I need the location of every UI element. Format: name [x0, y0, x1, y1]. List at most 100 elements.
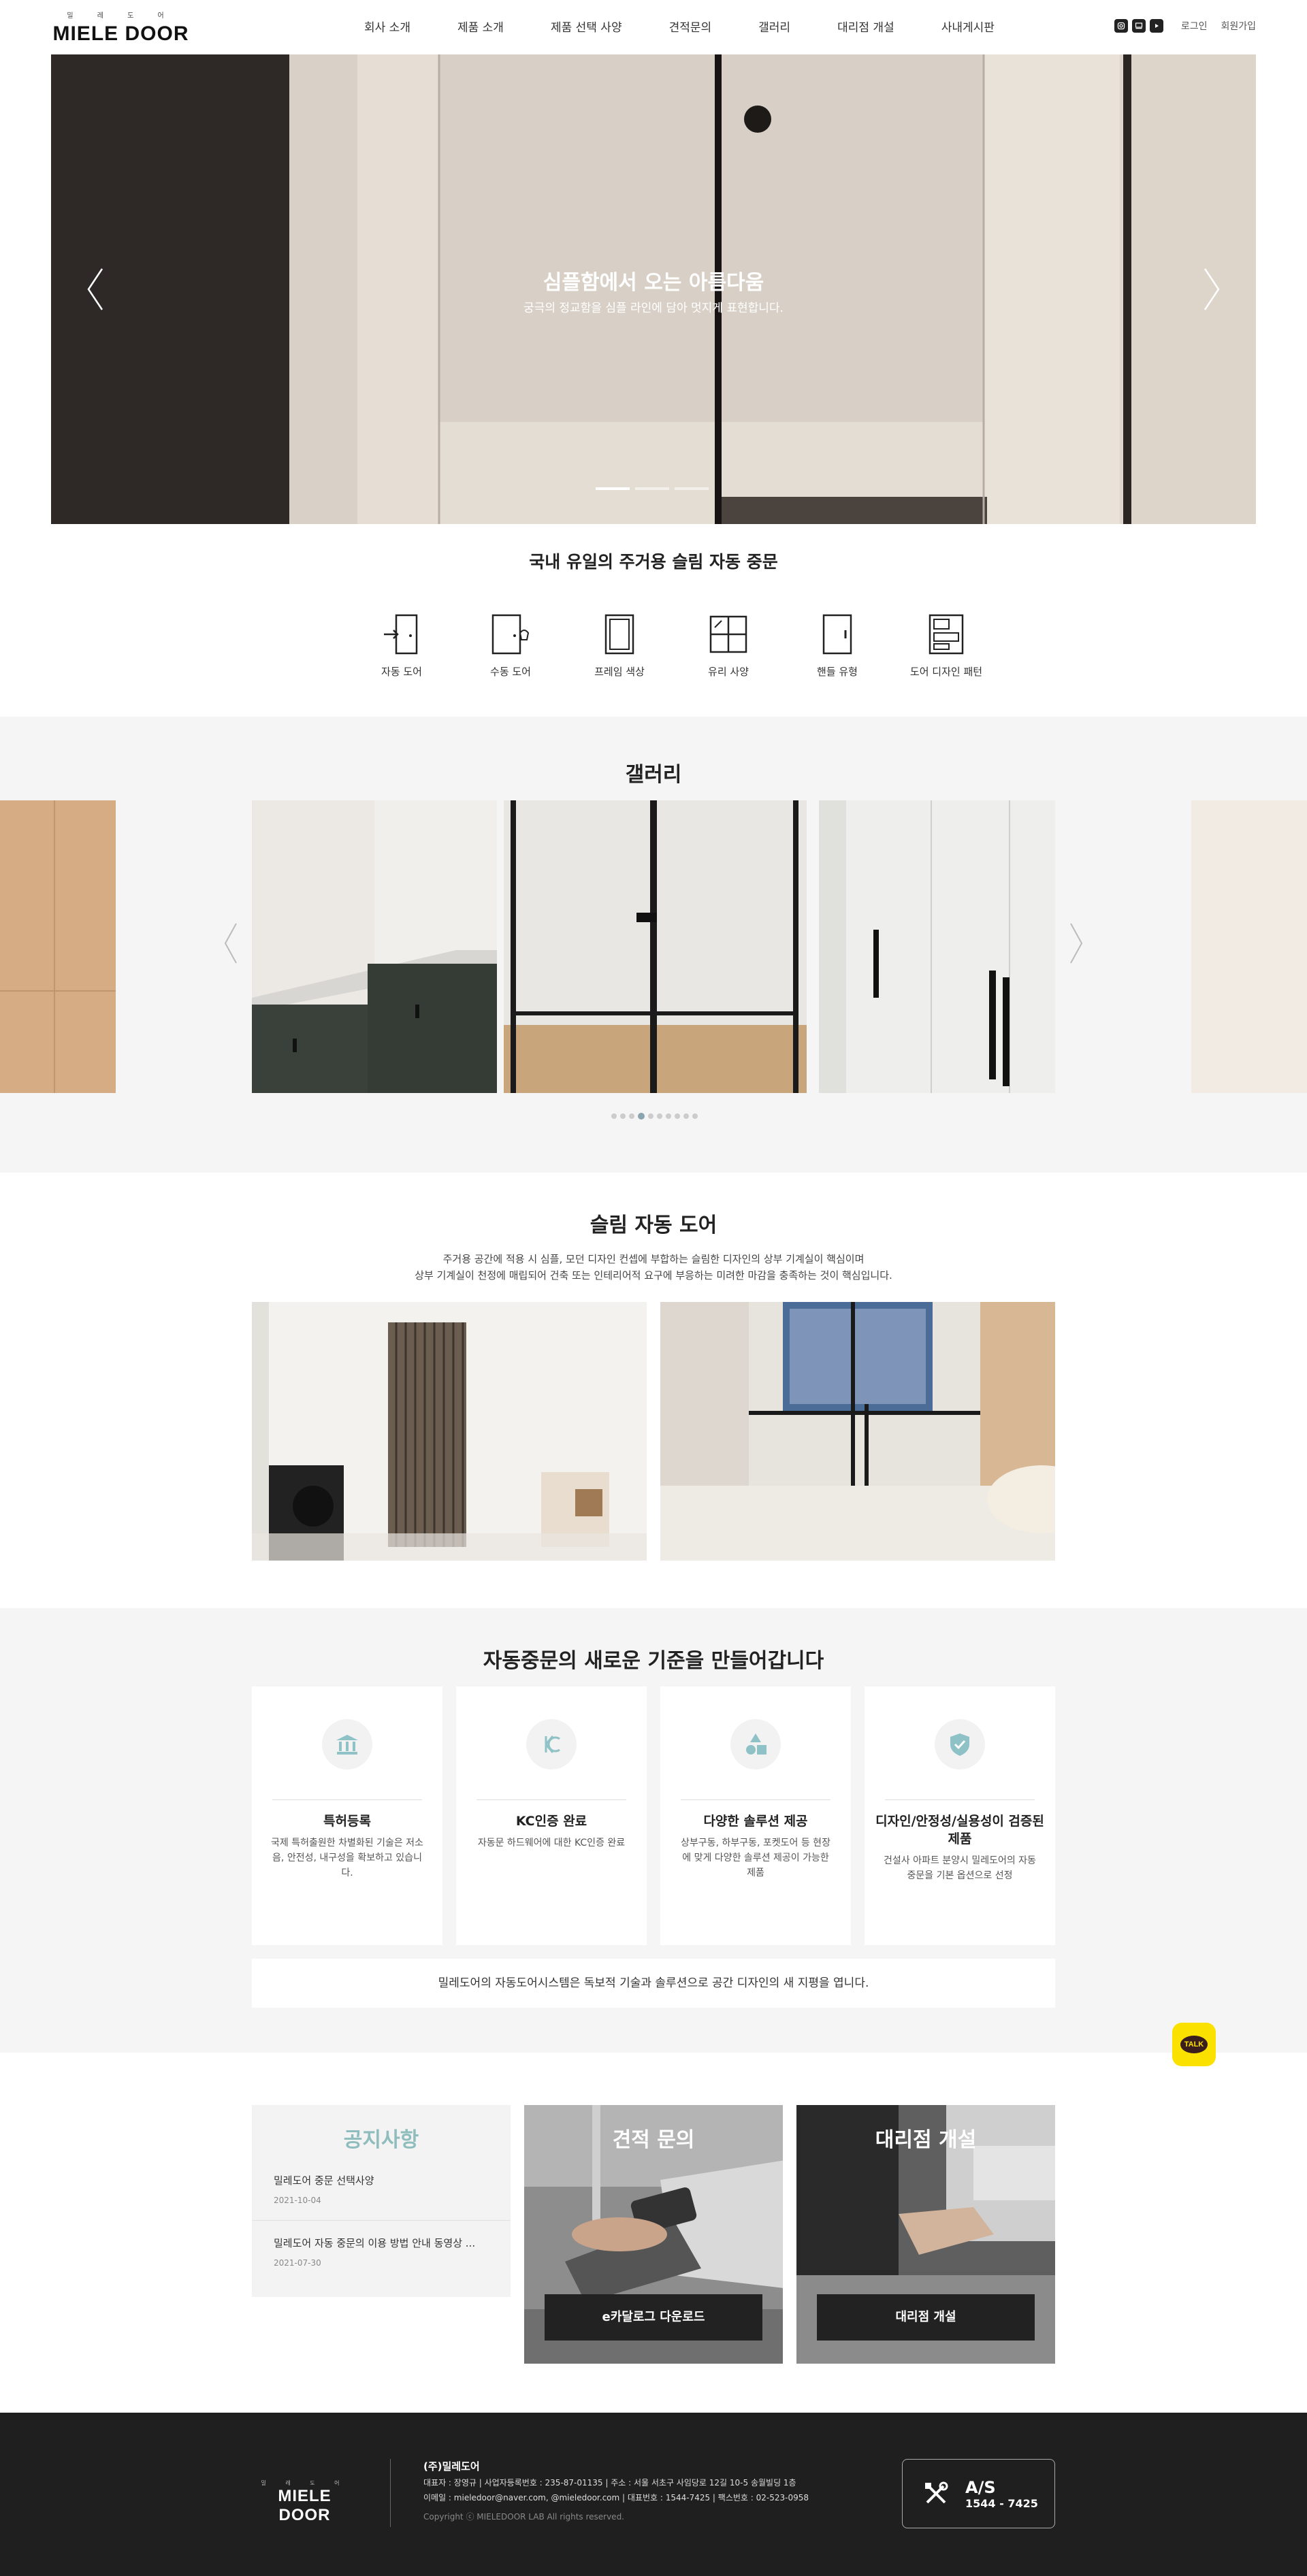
- ecatalog-download-button[interactable]: e카달로그 다운로드: [545, 2294, 762, 2341]
- login-link[interactable]: 로그인: [1181, 19, 1208, 33]
- gallery-dot[interactable]: [638, 1113, 645, 1120]
- gallery-pagination: [611, 1113, 701, 1120]
- card-title: 다양한 솔루션 제공: [703, 1814, 808, 1829]
- gallery-dot[interactable]: [675, 1113, 680, 1119]
- site-header: 밀 레 도 어 MIELE DOOR 회사 소개 제품 소개 제품 선택 사양 …: [0, 0, 1307, 54]
- card-divider: [272, 1799, 422, 1800]
- as-label: A/S: [965, 2477, 996, 2497]
- nav-gallery[interactable]: 갤러리: [758, 18, 790, 35]
- gallery-dot[interactable]: [666, 1113, 671, 1119]
- categories-title: 국내 유일의 주거용 슬림 자동 중문: [529, 552, 778, 572]
- hero-dot[interactable]: [675, 487, 709, 490]
- category-manual-door[interactable]: 수동 도어: [456, 613, 565, 679]
- handle-type-icon: [822, 614, 852, 655]
- category-auto-door[interactable]: 자동 도어: [347, 613, 456, 679]
- category-label: 유리 사양: [708, 666, 749, 678]
- notice-item-date: 2021-07-30: [274, 2258, 321, 2268]
- card-divider: [681, 1799, 830, 1800]
- gallery-image-1[interactable]: [252, 800, 497, 1093]
- as-contact-box[interactable]: A/S 1544 - 7425: [902, 2459, 1055, 2528]
- gallery-dot[interactable]: [629, 1113, 634, 1119]
- nav-products[interactable]: 제품 소개: [457, 18, 504, 35]
- notice-board: 공지사항 밀레도어 중문 선택사양 2021-10-04 밀레도어 자동 중문의…: [252, 2105, 511, 2297]
- logo-subtitle: 밀 레 도 어: [67, 12, 175, 20]
- footer-info-line1: 대표자 : 장영규 | 사업자등록번호 : 235-87-01135 | 주소 …: [423, 2478, 796, 2488]
- nav-board[interactable]: 사내게시판: [941, 18, 995, 35]
- nav-company[interactable]: 회사 소개: [364, 18, 410, 35]
- estimate-title: 견적 문의: [612, 2128, 695, 2152]
- category-frame-color[interactable]: 프레임 색상: [565, 613, 674, 679]
- youtube-icon[interactable]: [1149, 19, 1163, 33]
- kc-icon: [545, 1735, 560, 1753]
- gallery-next-arrow-icon[interactable]: [1065, 921, 1086, 966]
- gallery-image-3[interactable]: [819, 800, 1055, 1093]
- category-door-pattern[interactable]: 도어 디자인 패턴: [892, 613, 1001, 679]
- card-text: 상부구동, 하부구동, 포켓도어 등 현장에 맞게 다양한 솔루션 제공이 가능…: [681, 1838, 830, 1878]
- agency-open-button[interactable]: 대리점 개설: [817, 2294, 1035, 2341]
- instagram-icon[interactable]: [1114, 19, 1128, 33]
- talk-icon: TALK: [1180, 2036, 1208, 2053]
- slim-door-section: 슬림 자동 도어 주거용 공간에 적용 시 심플, 모던 디자인 컨셉에 부합하…: [0, 1173, 1307, 1608]
- gallery-image-2[interactable]: [504, 800, 807, 1093]
- header-utility: 로그인 회원가입: [1114, 19, 1256, 33]
- notice-item-title: 밀레도어 중문 선택사양: [274, 2174, 374, 2187]
- gallery-dot[interactable]: [620, 1113, 626, 1119]
- estimate-promo: 견적 문의 e카달로그 다운로드: [524, 2105, 783, 2364]
- footer-logo-subtitle: 밀 레 도 어: [261, 2480, 349, 2486]
- notice-item[interactable]: 밀레도어 자동 중문의 이용 방법 안내 동영상 ... 2021-07-30: [252, 2236, 511, 2268]
- slim-image-1: [252, 1302, 647, 1561]
- gallery-image-next[interactable]: [1191, 800, 1307, 1093]
- tools-icon: [925, 2481, 948, 2504]
- standards-title: 자동중문의 새로운 기준을 만들어갑니다: [483, 1649, 824, 1673]
- category-label: 핸들 유형: [817, 666, 858, 678]
- gallery-title: 갤러리: [625, 763, 682, 787]
- notice-divider: [252, 2220, 511, 2221]
- footer-info-line2: 이메일 : mieledoor@naver.com, @mieledoor.co…: [423, 2493, 809, 2502]
- shield-check-icon-wrap: [935, 1719, 985, 1770]
- notice-title[interactable]: 공지사항: [252, 2123, 511, 2153]
- door-pattern-icon: [929, 614, 964, 655]
- slim-description: 주거용 공간에 적용 시 심플, 모던 디자인 컨셉에 부합하는 슬림한 디자인…: [0, 1251, 1307, 1284]
- category-label: 도어 디자인 패턴: [909, 666, 983, 678]
- manual-door-icon: [491, 614, 530, 655]
- footer-logo[interactable]: 밀 레 도 어 MIELE DOOR: [252, 2479, 357, 2525]
- nav-agency[interactable]: 대리점 개설: [837, 18, 894, 35]
- category-handle-type[interactable]: 핸들 유형: [783, 613, 892, 679]
- hero-dot[interactable]: [596, 487, 630, 490]
- blog-icon[interactable]: [1131, 19, 1146, 33]
- bank-icon: [336, 1735, 358, 1755]
- gallery-dot[interactable]: [648, 1113, 654, 1119]
- notice-item-date: 2021-10-04: [274, 2196, 321, 2205]
- gallery-section: 갤러리: [0, 717, 1307, 1173]
- nav-options[interactable]: 제품 선택 사양: [551, 18, 622, 35]
- category-label: 자동 도어: [381, 666, 422, 678]
- hero-subtitle: 궁극의 정교함을 심플 라인에 담아 멋지게 표현합니다.: [523, 301, 784, 315]
- hero-prev-arrow-icon[interactable]: [82, 265, 109, 313]
- hero-next-arrow-icon[interactable]: [1198, 265, 1225, 313]
- gallery-dot[interactable]: [683, 1113, 689, 1119]
- site-footer: 밀 레 도 어 MIELE DOOR (주)밀레도어 대표자 : 장영규 | 사…: [0, 2413, 1307, 2576]
- nav-estimate[interactable]: 견적문의: [669, 18, 712, 35]
- footer-company-name: (주)밀레도어: [423, 2460, 480, 2473]
- slim-description-line2: 상부 기계실이 천정에 매립되어 건축 또는 인테리어적 요구에 부응하는 미려…: [415, 1269, 892, 1282]
- category-glass-spec[interactable]: 유리 사양: [674, 613, 783, 679]
- gallery-dot[interactable]: [657, 1113, 662, 1119]
- kakao-talk-button[interactable]: TALK: [1172, 2023, 1216, 2066]
- standard-card-patent: 특허등록 국제 특허출원한 차별화된 기술은 저소음, 안전성, 내구성을 확보…: [252, 1686, 442, 1945]
- card-divider: [477, 1799, 626, 1800]
- footer-company-info: (주)밀레도어 대표자 : 장영규 | 사업자등록번호 : 235-87-011…: [423, 2459, 809, 2524]
- site-logo[interactable]: 밀 레 도 어 MIELE DOOR: [51, 10, 191, 46]
- footer-divider: [390, 2459, 391, 2527]
- gallery-prev-arrow-icon[interactable]: [221, 921, 242, 966]
- card-title: 디자인/안정성/실용성이 검증된 제품: [875, 1814, 1044, 1846]
- shield-check-icon: [950, 1733, 969, 1756]
- shapes-icon-wrap: [730, 1719, 781, 1770]
- card-divider: [885, 1799, 1035, 1800]
- gallery-dot[interactable]: [692, 1113, 698, 1119]
- standard-card-solution: 다양한 솔루션 제공 상부구동, 하부구동, 포켓도어 등 현장에 맞게 다양한…: [660, 1686, 851, 1945]
- gallery-dot[interactable]: [611, 1113, 617, 1119]
- signup-link[interactable]: 회원가입: [1221, 19, 1256, 33]
- notice-item[interactable]: 밀레도어 중문 선택사양 2021-10-04: [252, 2173, 511, 2205]
- hero-dot[interactable]: [635, 487, 669, 490]
- gallery-image-prev[interactable]: [0, 800, 116, 1093]
